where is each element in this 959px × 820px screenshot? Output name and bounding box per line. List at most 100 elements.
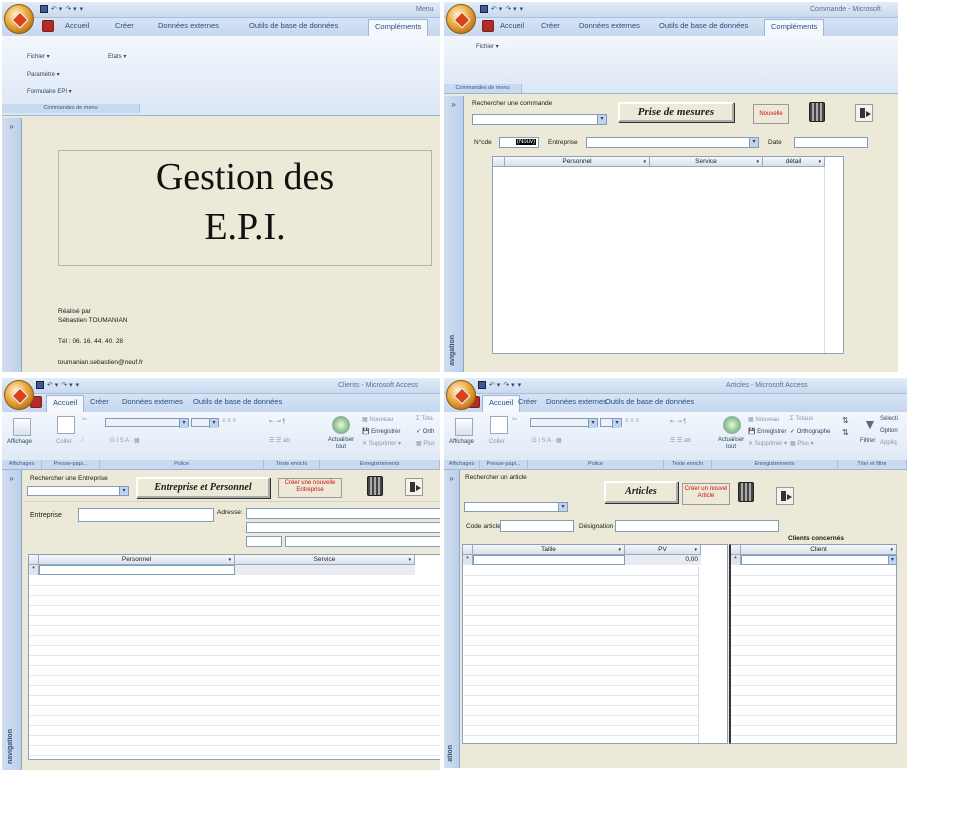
tab-accueil[interactable]: Accueil	[46, 395, 85, 412]
datasheet-view-icon[interactable]	[13, 418, 31, 436]
save-icon[interactable]	[478, 381, 486, 389]
expand-chevron-icon[interactable]: »	[2, 474, 21, 483]
exit-icon[interactable]	[855, 104, 873, 122]
nouvelle-entreprise-button[interactable]: Créer une nouvelle Entreprise	[278, 478, 342, 498]
tailles-grid[interactable]: Taille ▾ PV ▾ * 0,00	[462, 544, 728, 744]
new-row-taille-cell[interactable]	[473, 555, 625, 565]
entreprise-combo[interactable]: ▾	[586, 137, 759, 148]
tab-creer[interactable]: Créer	[541, 21, 560, 30]
refresh-icon[interactable]	[723, 416, 741, 434]
navigation-pane[interactable]: »	[2, 118, 22, 372]
supprimer-button[interactable]: ✕ Supprimer ▾	[362, 440, 401, 447]
format-painter-icon[interactable]: ⁄	[82, 438, 83, 444]
column-service[interactable]: Service ▾	[650, 157, 763, 167]
grid-body[interactable]	[29, 576, 440, 759]
chevron-down-icon[interactable]: ▾	[749, 138, 758, 147]
totaux-button[interactable]: Σ Totaux	[790, 416, 813, 422]
nouveau-button[interactable]: ▦ Nouveau	[362, 416, 393, 423]
menu-fichier[interactable]: Fichier ▾	[476, 43, 499, 50]
tab-outils[interactable]: Outils de base de données	[659, 21, 748, 30]
new-row-service-cell[interactable]	[235, 565, 415, 575]
font-style-icons[interactable]: G I S A · ▦	[532, 437, 562, 444]
cut-icon[interactable]: ✂	[82, 416, 87, 423]
expand-chevron-icon[interactable]: »	[2, 122, 21, 131]
selection-button[interactable]: Sélecti	[880, 416, 898, 422]
nouveau-button[interactable]: ▦ Nouveau	[748, 416, 779, 423]
grid-body[interactable]	[463, 566, 699, 743]
filtrer-button[interactable]: Filtrer	[860, 438, 875, 444]
tab-donnees-externes[interactable]: Données externes	[579, 21, 640, 30]
sort-ascending-icon[interactable]: ⇅	[842, 416, 849, 425]
column-service[interactable]: Service ▾	[235, 555, 415, 565]
column-taille[interactable]: Taille ▾	[473, 545, 625, 555]
appliquer-button[interactable]: Appliq	[880, 440, 897, 446]
entreprise-et-personnel-button[interactable]: Entreprise et Personnel	[136, 477, 270, 498]
new-row-client-combo[interactable]: ▾	[741, 555, 897, 565]
orthographe-button[interactable]: ✓ Orthographe	[790, 428, 830, 435]
designation-field[interactable]	[615, 520, 779, 532]
tab-accueil[interactable]: Accueil	[482, 395, 521, 412]
chevron-down-icon[interactable]: ▾	[612, 419, 621, 428]
cut-icon[interactable]: ✂	[512, 416, 517, 423]
adresse-line1-field[interactable]	[246, 508, 440, 519]
indent-icons[interactable]: ⇤ ⇥ ¶	[670, 418, 687, 425]
tab-creer[interactable]: Créer	[115, 21, 134, 30]
expand-chevron-icon[interactable]: »	[444, 100, 463, 109]
affichage-button[interactable]: Affichage	[449, 439, 474, 445]
articles-button[interactable]: Articles	[604, 481, 678, 503]
customize-icon[interactable]: ▾	[76, 381, 80, 389]
align-icons[interactable]: ≡ ≡ ≡	[222, 418, 236, 424]
trash-icon[interactable]	[738, 482, 754, 502]
column-personnel[interactable]: Personnel ▾	[505, 157, 650, 167]
totaux-button[interactable]: Σ Tota	[416, 416, 433, 422]
customize-icon[interactable]: ▾	[518, 381, 522, 389]
save-icon[interactable]	[36, 381, 44, 389]
paste-icon[interactable]	[57, 416, 75, 434]
tab-creer[interactable]: Créer	[90, 397, 109, 406]
search-commande-combo[interactable]: ▾	[472, 114, 607, 125]
tab-creer[interactable]: Créer	[518, 397, 537, 406]
orthographe-button[interactable]: ✓ Orth	[416, 428, 434, 435]
grid-body[interactable]	[731, 566, 896, 743]
new-row-marker[interactable]: *	[731, 555, 741, 565]
column-pv[interactable]: PV ▾	[625, 545, 701, 555]
menu-etats[interactable]: Etats ▾	[108, 53, 126, 60]
font-name-combo[interactable]: ▾	[530, 418, 598, 428]
font-style-icons[interactable]: G I S A · ▦	[110, 437, 140, 444]
chevron-down-icon[interactable]: ▾	[558, 503, 567, 511]
undo-icon[interactable]: ↶ ▾	[47, 381, 58, 389]
column-client[interactable]: Client ▾	[741, 545, 897, 555]
exit-icon[interactable]	[405, 478, 423, 496]
office-button[interactable]	[446, 380, 476, 410]
save-icon[interactable]	[40, 5, 48, 13]
tab-donnees-externes[interactable]: Données externes	[122, 397, 183, 406]
personnel-grid[interactable]: Personnel ▾ Service ▾ *	[28, 554, 440, 760]
new-row-personnel-cell[interactable]	[39, 565, 235, 575]
navigation-pane[interactable]: » navigation	[2, 470, 22, 770]
redo-icon[interactable]: ↷ ▾	[503, 381, 514, 389]
tab-complements[interactable]: Compléments	[368, 19, 429, 36]
date-field[interactable]	[794, 137, 868, 148]
actualiser-button[interactable]: Actualiser tout	[714, 437, 748, 450]
nouvel-article-button[interactable]: Créer un nouvel Article	[682, 483, 730, 505]
new-row-marker[interactable]: *	[463, 555, 473, 565]
chevron-down-icon[interactable]: ▾	[888, 556, 896, 564]
undo-icon[interactable]: ↶ ▾	[489, 381, 500, 389]
tab-donnees-externes[interactable]: Données externes	[158, 21, 219, 30]
office-button[interactable]	[4, 4, 34, 34]
tab-accueil[interactable]: Accueil	[500, 21, 524, 30]
actualiser-button[interactable]: Actualiser tout	[324, 437, 358, 450]
trash-icon[interactable]	[367, 476, 383, 496]
tab-outils[interactable]: Outils de base de données	[605, 397, 694, 406]
align-icons[interactable]: ≡ ≡ ≡	[625, 418, 639, 424]
plus-button[interactable]: ▦ Plus ▾	[790, 440, 814, 447]
no-commande-field[interactable]: (Nouv)	[499, 137, 539, 148]
affichage-button[interactable]: Affichage	[7, 439, 32, 445]
font-size-combo[interactable]: ▾	[600, 418, 622, 428]
menu-formulaire-epi[interactable]: Formulaire EPI ▾	[27, 88, 72, 95]
chevron-down-icon[interactable]: ▾	[588, 419, 597, 428]
code-postal-field[interactable]	[246, 536, 282, 547]
coller-button[interactable]: Coller	[56, 439, 72, 445]
search-article-combo[interactable]: ▾	[464, 502, 568, 512]
chevron-down-icon[interactable]: ▾	[179, 419, 188, 428]
